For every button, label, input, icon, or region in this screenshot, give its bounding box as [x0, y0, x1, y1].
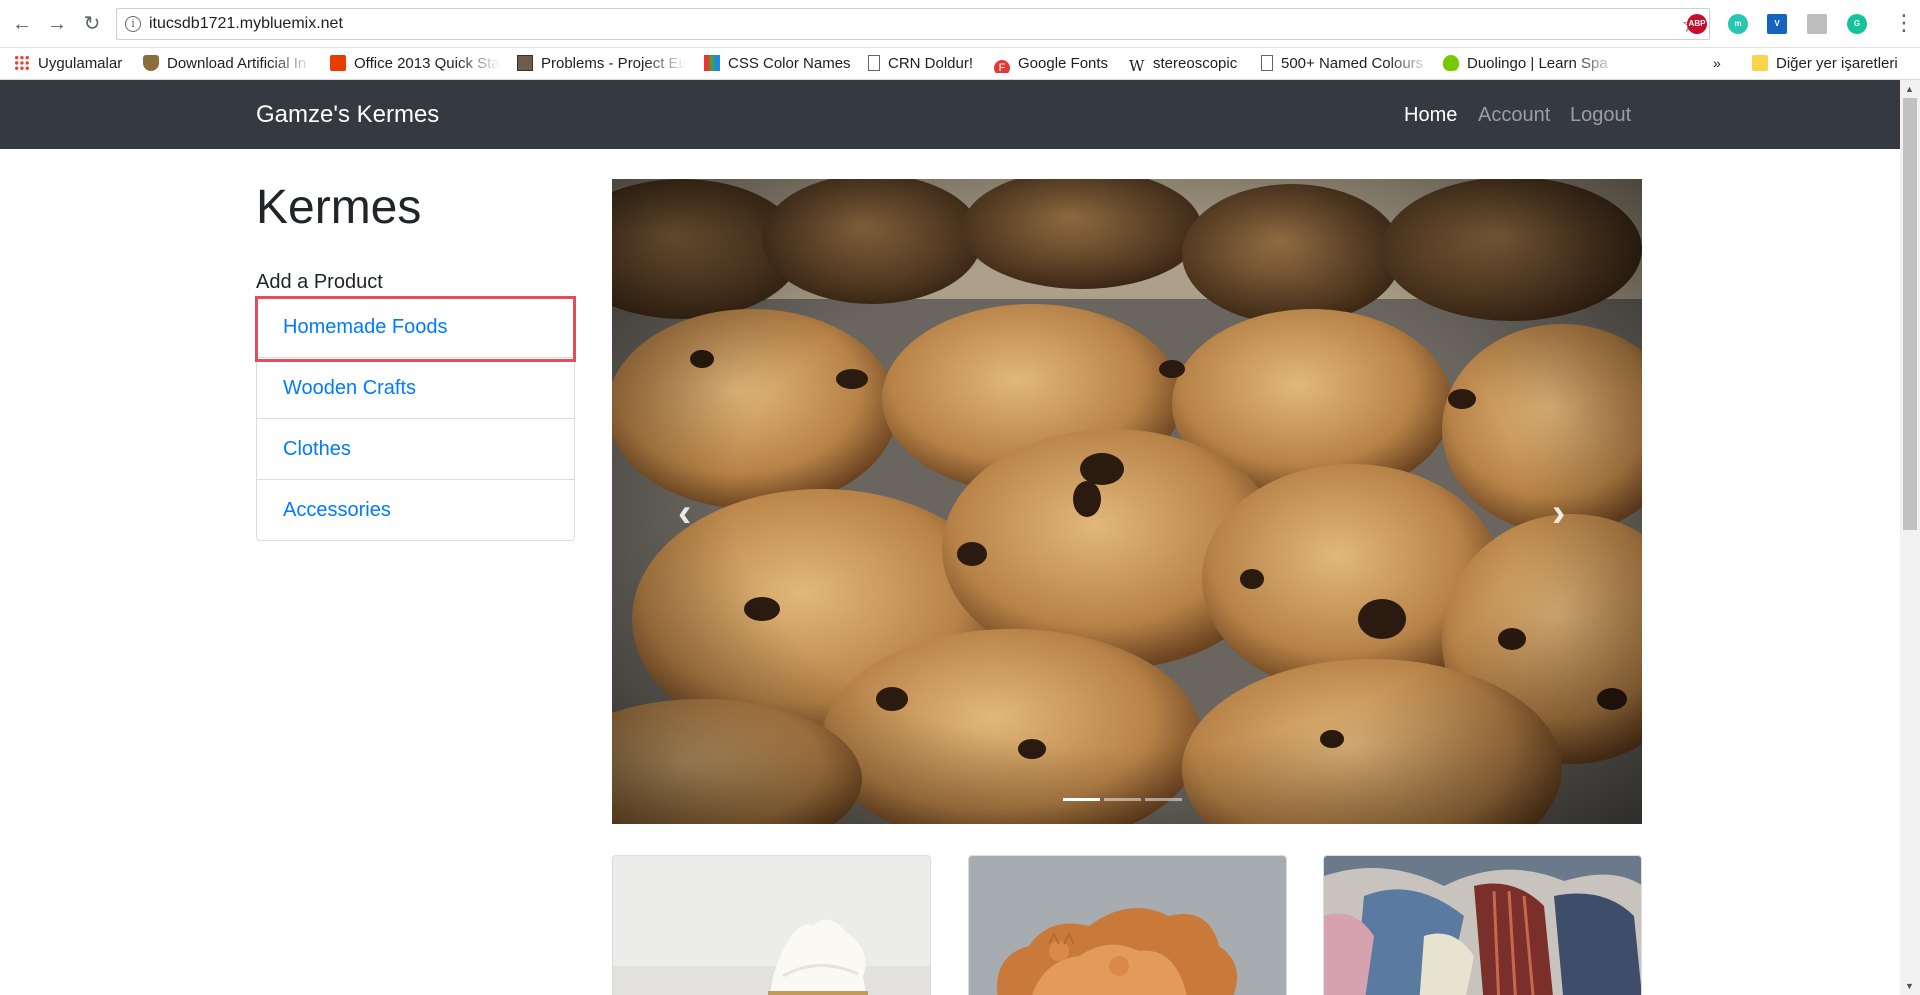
apps-grid-icon — [14, 55, 30, 71]
wooden-cats-image — [969, 856, 1286, 995]
card-clothes[interactable] — [1323, 855, 1642, 995]
color-grid-icon — [704, 55, 720, 71]
reload-icon[interactable]: ↻ — [80, 12, 104, 36]
bookmark-stereoscopic[interactable]: Wstereoscopic — [1129, 55, 1237, 73]
bookmarks-bar: Uygulamalar Download Artificial In Offic… — [0, 48, 1920, 80]
web-page: Gamze's Kermes Home Account Logout Kerme… — [0, 80, 1900, 995]
carousel-indicators — [1063, 788, 1186, 806]
v-extension-icon[interactable]: V — [1767, 14, 1787, 34]
m-extension-icon[interactable]: m — [1728, 14, 1748, 34]
category-clothes[interactable]: Clothes — [257, 419, 574, 480]
page-icon — [1261, 55, 1273, 71]
browser-menu-icon[interactable]: ⋮ — [1893, 11, 1915, 35]
category-accessories[interactable]: Accessories — [257, 480, 574, 540]
google-fonts-icon: F — [994, 60, 1010, 73]
page-scrollbar[interactable]: ▲ ▼ — [1900, 80, 1920, 995]
browser-toolbar: ← → ↻ i itucsdb1721.mybluemix.net ☆ ABP … — [0, 0, 1920, 48]
duolingo-icon — [1443, 55, 1459, 71]
product-carousel[interactable]: ‹ › — [612, 179, 1642, 824]
bookmark-label: Duolingo | Learn Spa — [1467, 55, 1608, 72]
bookmark-label: stereoscopic — [1153, 55, 1238, 72]
site-brand[interactable]: Gamze's Kermes — [256, 101, 439, 129]
clothes-pile-image — [1324, 856, 1641, 995]
bookmark-project-euler[interactable]: Problems - Project Eu — [517, 55, 687, 73]
more-bookmarks-chevron[interactable]: » — [1713, 55, 1721, 73]
carousel-indicator[interactable] — [1145, 798, 1182, 801]
scroll-thumb[interactable] — [1903, 98, 1917, 530]
bookmark-label: CSS Color Names — [728, 55, 851, 72]
url-text[interactable]: itucsdb1721.mybluemix.net — [149, 15, 343, 33]
scroll-down-icon[interactable]: ▼ — [1905, 981, 1914, 991]
wikipedia-icon: W — [1129, 57, 1145, 73]
bookmark-label: 500+ Named Colours — [1281, 55, 1424, 72]
cupcake-image — [613, 856, 930, 995]
bookmark-apps[interactable]: Uygulamalar — [14, 55, 122, 73]
other-bookmarks[interactable]: Diğer yer işaretleri — [1752, 55, 1898, 73]
bookmark-label: Office 2013 Quick Sta — [354, 55, 500, 72]
nav-account[interactable]: Account — [1478, 104, 1550, 127]
project-euler-icon — [517, 55, 533, 71]
bookmark-office[interactable]: Office 2013 Quick Sta — [330, 55, 500, 73]
shield-icon — [143, 55, 159, 71]
drive-icon[interactable] — [1807, 14, 1827, 34]
address-bar[interactable]: i itucsdb1721.mybluemix.net ☆ — [116, 8, 1710, 40]
highlight-box — [255, 296, 576, 362]
grammarly-icon[interactable]: G — [1847, 14, 1867, 34]
add-product-label: Add a Product — [256, 271, 383, 293]
bookmark-google-fonts[interactable]: F Google Fonts — [994, 55, 1108, 73]
site-navbar: Gamze's Kermes Home Account Logout — [0, 80, 1900, 149]
bookmark-label: Diğer yer işaretleri — [1776, 55, 1898, 72]
bookmark-crn[interactable]: CRN Doldur! — [868, 55, 973, 73]
bookmark-duolingo[interactable]: Duolingo | Learn Spa — [1443, 55, 1618, 73]
cookies-image — [612, 179, 1642, 824]
bookmark-label: Problems - Project Eu — [541, 55, 687, 72]
abp-icon[interactable]: ABP — [1687, 14, 1707, 34]
bookmark-label: Download Artificial In — [167, 55, 307, 72]
office-icon — [330, 55, 346, 71]
bookmark-download-artificial[interactable]: Download Artificial In — [143, 55, 313, 73]
card-wooden-craft[interactable] — [968, 855, 1287, 995]
bookmark-label: Google Fonts — [1018, 55, 1109, 72]
carousel-indicator[interactable] — [1104, 798, 1141, 801]
nav-home[interactable]: Home — [1404, 104, 1457, 127]
back-arrow-icon[interactable]: ← — [10, 12, 34, 36]
carousel-next-icon[interactable]: › — [1552, 491, 1565, 536]
bookmark-label: CRN Doldur! — [888, 55, 974, 72]
bookmark-named-colours[interactable]: 500+ Named Colours — [1261, 55, 1431, 73]
bookmark-css-colors[interactable]: CSS Color Names — [704, 55, 851, 73]
carousel-indicator[interactable] — [1063, 798, 1100, 801]
scroll-up-icon[interactable]: ▲ — [1905, 84, 1914, 94]
folder-icon — [1752, 55, 1768, 71]
page-title: Kermes — [256, 181, 422, 234]
nav-logout[interactable]: Logout — [1570, 104, 1631, 127]
bookmark-label: Uygulamalar — [38, 55, 123, 72]
info-icon[interactable]: i — [125, 16, 141, 32]
page-icon — [868, 55, 880, 71]
forward-arrow-icon[interactable]: → — [45, 12, 69, 36]
carousel-prev-icon[interactable]: ‹ — [678, 491, 691, 536]
card-cupcake[interactable] — [612, 855, 931, 995]
category-wooden-crafts[interactable]: Wooden Crafts — [257, 358, 574, 419]
